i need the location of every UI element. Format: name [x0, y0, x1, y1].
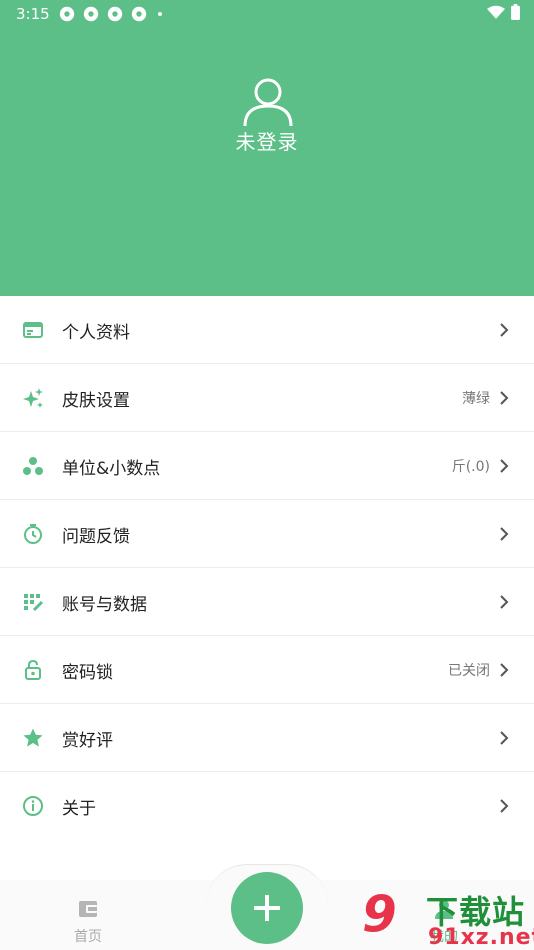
chevron-right-icon: [500, 323, 509, 337]
grid-edit-icon: [24, 594, 44, 612]
wifi-icon: [487, 5, 505, 19]
chevron-right-icon: [500, 799, 509, 813]
chevron-right-icon: [500, 731, 509, 745]
menu-item-label: 密码锁: [62, 663, 113, 683]
chevron-right-icon: [500, 663, 509, 677]
menu-item-label: 个人资料: [62, 323, 130, 343]
plus-icon: [254, 895, 280, 921]
menu-item-skin[interactable]: 皮肤设置 薄绿: [0, 364, 534, 432]
menu-item-account-data[interactable]: 账号与数据: [0, 568, 534, 636]
status-time: 3:15: [16, 5, 50, 23]
star-icon: [23, 728, 43, 747]
avatar-icon[interactable]: [240, 72, 296, 128]
wallet-icon: [79, 901, 97, 917]
menu-item-unit[interactable]: 单位&小数点 斤(.0): [0, 432, 534, 500]
menu-item-label: 关于: [62, 799, 96, 819]
profile-header: 3:15 未登录: [0, 0, 534, 296]
notification-icon: [83, 6, 99, 22]
system-icons: [487, 4, 520, 20]
dots-icon: [23, 457, 43, 475]
site-watermark: 9 下载站 91xz.net: [362, 885, 534, 950]
menu-item-rate[interactable]: 赏好评: [0, 704, 534, 772]
add-record-button[interactable]: [231, 872, 303, 944]
watermark-number: 9: [362, 885, 397, 943]
nav-home-label: 首页: [74, 929, 102, 945]
chevron-right-icon: [500, 527, 509, 541]
lock-icon: [25, 659, 41, 680]
menu-item-label: 赏好评: [62, 731, 113, 751]
menu-item-value: 斤(.0): [451, 459, 490, 475]
info-icon: [23, 796, 43, 816]
notification-icon: [59, 6, 75, 22]
menu-item-label: 账号与数据: [62, 595, 147, 615]
status-bar: 3:15: [0, 0, 534, 28]
sparkle-icon: [23, 388, 43, 408]
menu-item-feedback[interactable]: 问题反馈: [0, 500, 534, 568]
menu-item-about[interactable]: 关于: [0, 772, 534, 839]
menu-item-lock[interactable]: 密码锁 已关闭: [0, 636, 534, 704]
menu-item-profile[interactable]: 个人资料: [0, 296, 534, 364]
menu-item-label: 单位&小数点: [62, 459, 161, 479]
chevron-right-icon: [500, 595, 509, 609]
login-status-label[interactable]: 未登录: [0, 126, 534, 155]
timer-icon: [24, 524, 42, 544]
nav-home-tab[interactable]: 首页: [68, 898, 108, 946]
settings-menu: 个人资料 皮肤设置 薄绿 单位&小数点 斤(.0) 问题反馈 账号与数据 密码锁…: [0, 296, 534, 839]
menu-item-label: 皮肤设置: [62, 391, 130, 411]
notification-icons: [58, 5, 162, 23]
notification-icon: [131, 6, 147, 22]
menu-item-value: 已关闭: [448, 663, 490, 679]
battery-icon: [511, 4, 520, 20]
menu-item-label: 问题反馈: [62, 527, 130, 547]
more-notifications-icon: [158, 12, 162, 16]
menu-item-value: 薄绿: [462, 391, 490, 407]
id-card-icon: [23, 322, 43, 338]
chevron-right-icon: [500, 391, 509, 405]
chevron-right-icon: [500, 459, 509, 473]
watermark-url: 91xz.net: [428, 925, 534, 950]
notification-icon: [107, 6, 123, 22]
